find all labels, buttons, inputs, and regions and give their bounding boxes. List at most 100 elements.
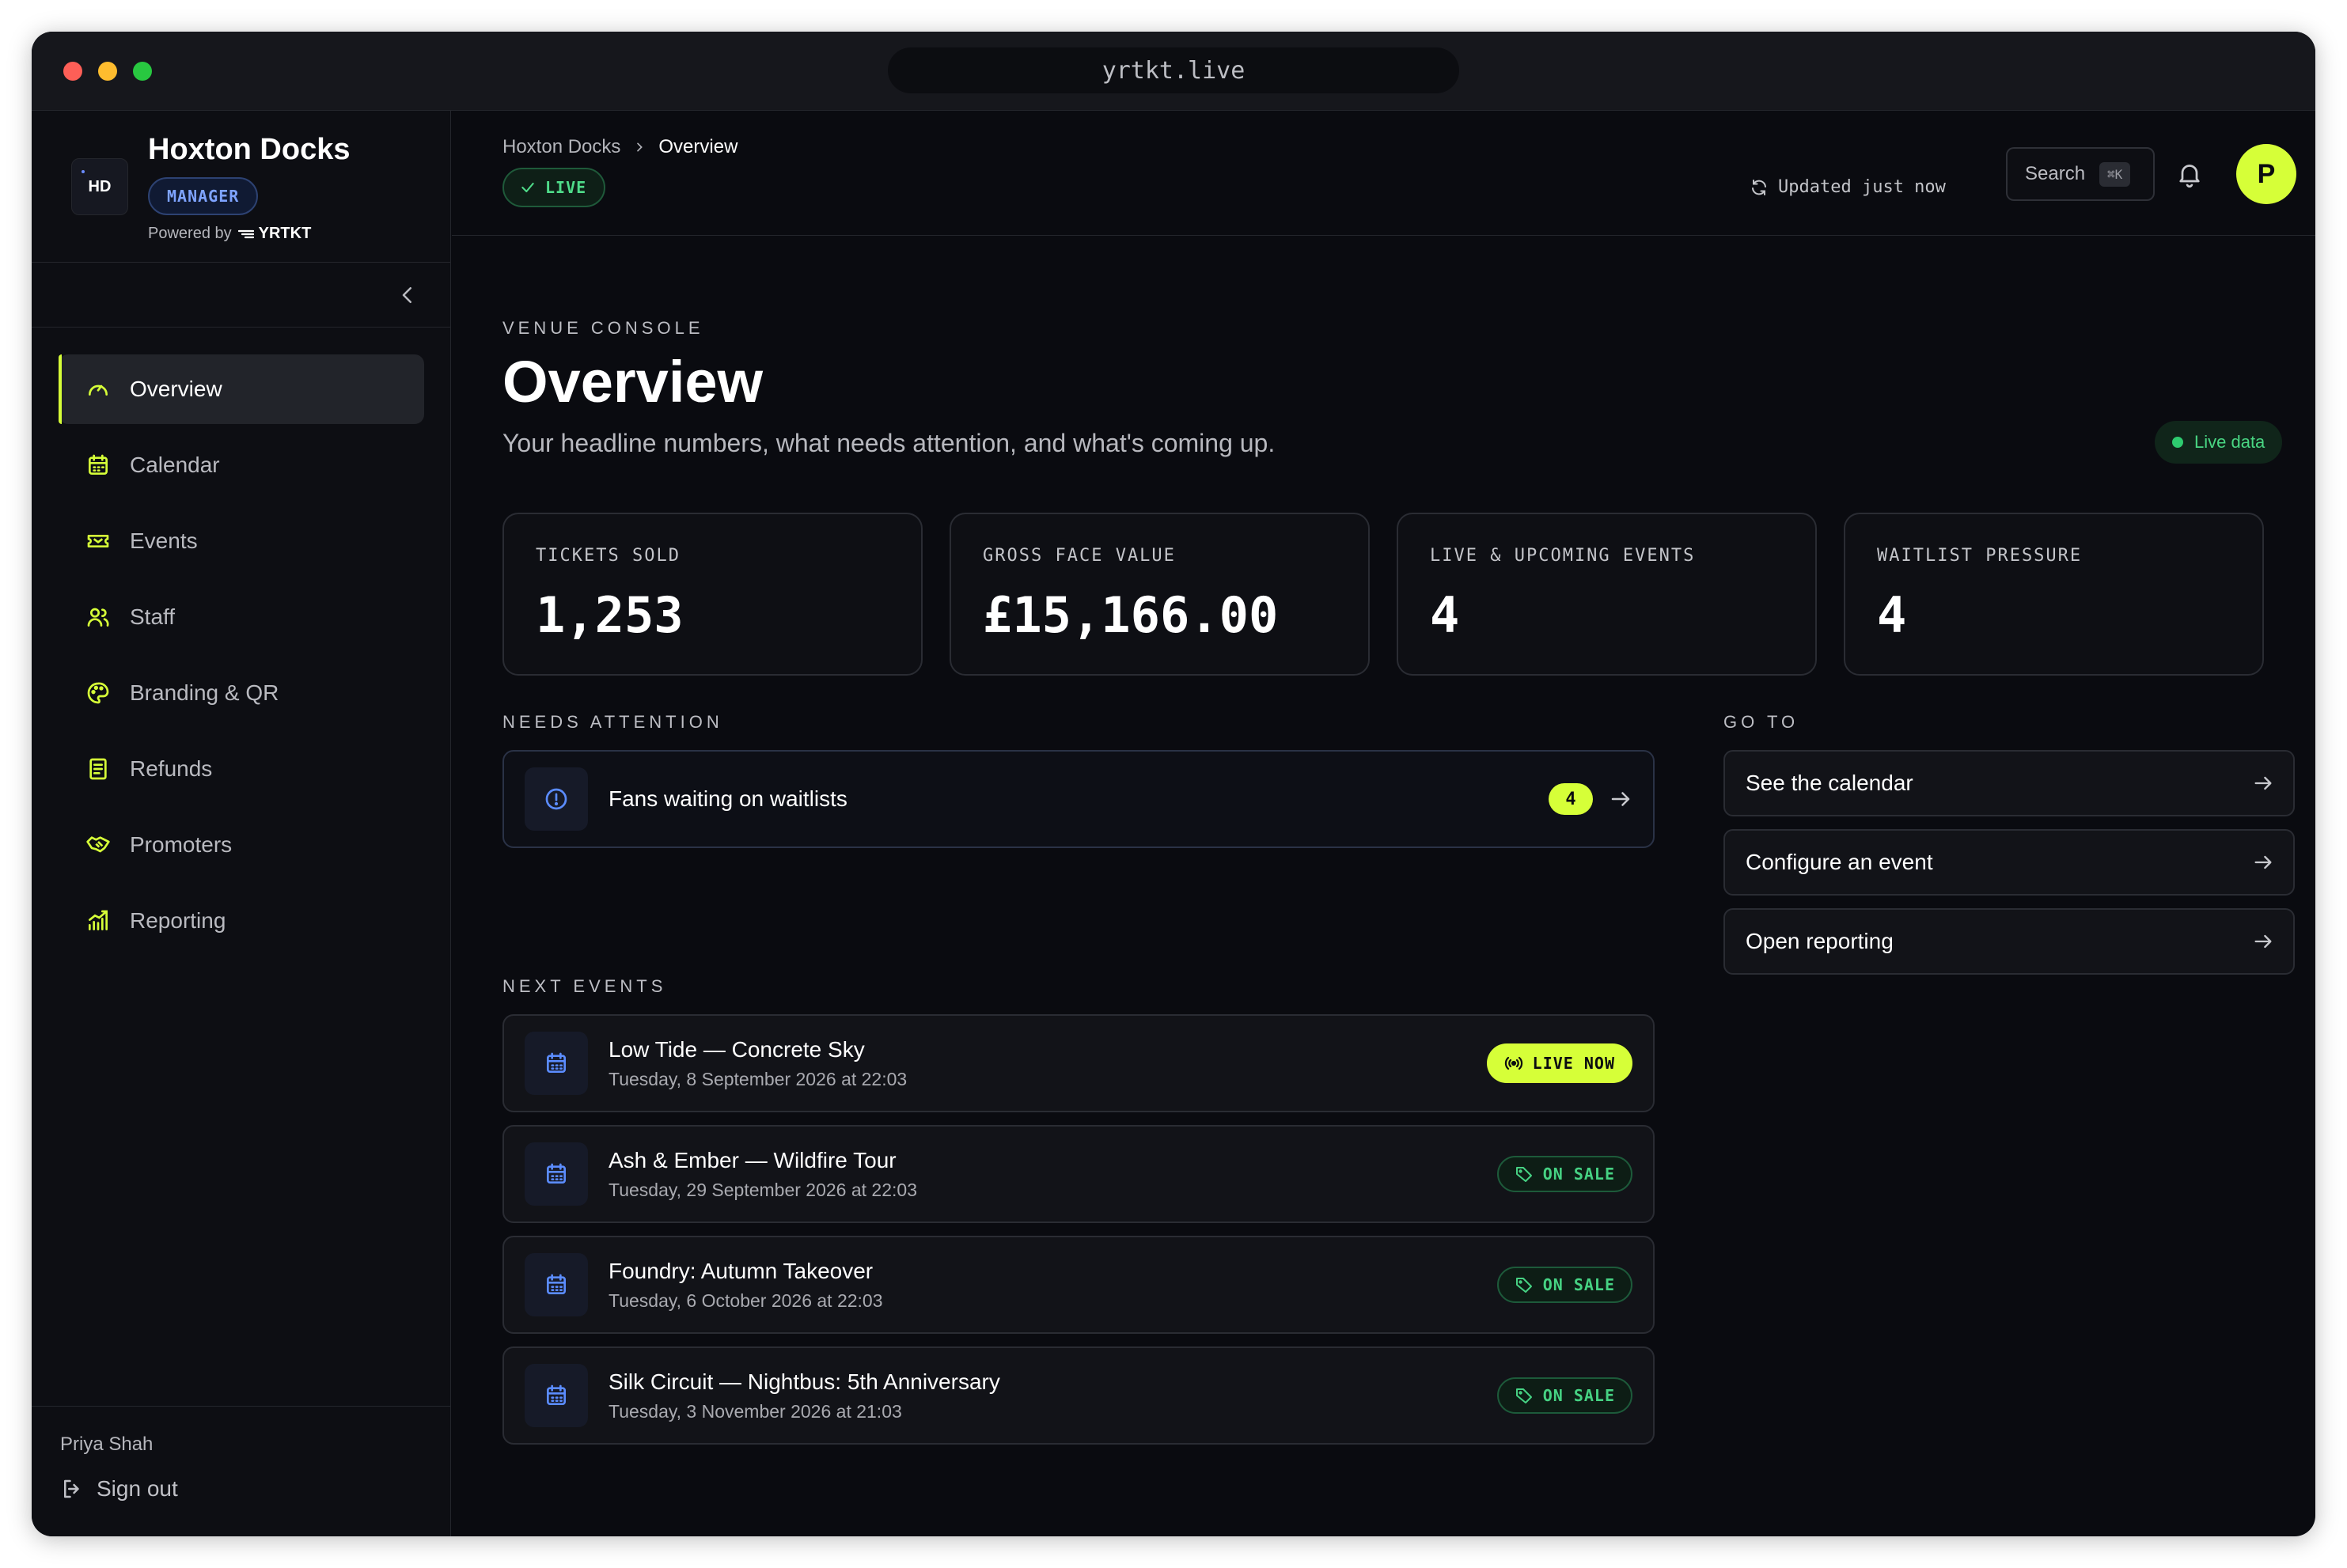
event-row[interactable]: Ash & Ember — Wildfire Tour Tuesday, 29 … — [502, 1125, 1655, 1223]
maximize-window-button[interactable] — [133, 62, 152, 81]
venue-logo: HD — [71, 158, 128, 215]
sidebar-item-events[interactable]: Events — [59, 506, 424, 576]
users-icon — [87, 608, 109, 627]
close-window-button[interactable] — [63, 62, 82, 81]
browser-window: yrtkt.live HD Hoxton Docks MANAGER Power… — [32, 32, 2315, 1536]
tag-icon — [1515, 1388, 1532, 1403]
status-badge-on-sale: ON SALE — [1496, 1377, 1632, 1414]
go-to-list: See the calendar Configure an event Open… — [1723, 750, 2295, 987]
status-badge-live: LIVE NOW — [1486, 1043, 1632, 1083]
event-row[interactable]: Low Tide — Concrete Sky Tuesday, 8 Septe… — [502, 1014, 1655, 1112]
kpi-tickets-sold: TICKETS SOLD 1,253 — [502, 513, 923, 676]
sidebar: HD Hoxton Docks MANAGER Powered by YRTKT… — [32, 111, 451, 1536]
sign-out-button[interactable]: Sign out — [60, 1476, 178, 1502]
sidebar-item-branding[interactable]: Branding & QR — [59, 658, 424, 728]
address-bar[interactable]: yrtkt.live — [888, 47, 1459, 93]
handshake-icon — [86, 836, 110, 853]
attention-item-waitlists[interactable]: Fans waiting on waitlists 4 — [502, 750, 1655, 848]
arrow-right-icon — [2254, 934, 2272, 949]
role-badge: MANAGER — [148, 177, 259, 215]
breadcrumb: Hoxton Docks Overview — [502, 136, 737, 158]
sidebar-item-calendar[interactable]: Calendar — [59, 430, 424, 500]
sign-out-icon — [64, 1479, 79, 1498]
tag-icon — [1515, 1167, 1532, 1182]
updated-indicator[interactable]: Updated just now — [1750, 177, 1946, 197]
sidebar-item-staff[interactable]: Staff — [59, 582, 424, 652]
event-row[interactable]: Foundry: Autumn Takeover Tuesday, 6 Octo… — [502, 1236, 1655, 1334]
collapse-row — [32, 263, 451, 328]
calendar-icon — [547, 1384, 566, 1405]
attention-label: Fans waiting on waitlists — [609, 786, 847, 811]
attention-count: 4 — [1549, 783, 1593, 815]
bar-chart-icon — [89, 910, 108, 930]
sidebar-footer: Priya Shah Sign out — [32, 1406, 451, 1536]
brand-block: HD Hoxton Docks MANAGER Powered by YRTKT — [32, 111, 451, 263]
page-subtitle: Your headline numbers, what needs attent… — [502, 429, 1276, 457]
sidebar-item-overview[interactable]: Overview — [59, 354, 424, 424]
event-name: Silk Circuit — Nightbus: 5th Anniversary — [609, 1369, 1000, 1394]
search-shortcut: ⌘K — [2099, 161, 2131, 187]
kpi-upcoming-events: LIVE & UPCOMING EVENTS 4 — [1397, 513, 1817, 676]
sidebar-nav: Overview Calendar Events Staff Branding … — [59, 354, 424, 962]
ticket-icon — [87, 535, 109, 547]
breadcrumb-venue[interactable]: Hoxton Docks — [502, 136, 620, 158]
event-name: Foundry: Autumn Takeover — [609, 1258, 874, 1283]
page-eyebrow: VENUE CONSOLE — [502, 318, 704, 338]
bell-icon[interactable] — [2175, 160, 2204, 188]
venue-name: Hoxton Docks — [148, 133, 351, 166]
goto-reporting-link[interactable]: Open reporting — [1723, 908, 2295, 975]
yrtkt-logo-icon — [237, 229, 254, 238]
goto-configure-event-link[interactable]: Configure an event — [1723, 829, 2295, 896]
browser-titlebar: yrtkt.live — [32, 32, 2315, 111]
calendar-icon — [547, 1274, 566, 1294]
needs-attention-heading: NEEDS ATTENTION — [502, 712, 723, 732]
breadcrumb-current: Overview — [658, 136, 738, 157]
chevron-right-icon — [637, 142, 643, 152]
user-name: Priya Shah — [60, 1434, 154, 1455]
sidebar-item-promoters[interactable]: Promoters — [59, 810, 424, 880]
event-date: Tuesday, 29 September 2026 at 22:03 — [609, 1179, 917, 1200]
event-date: Tuesday, 3 November 2026 at 21:03 — [609, 1400, 902, 1422]
goto-calendar-link[interactable]: See the calendar — [1723, 750, 2295, 816]
event-date: Tuesday, 8 September 2026 at 22:03 — [609, 1068, 908, 1089]
minimize-window-button[interactable] — [98, 62, 117, 81]
arrow-right-icon — [1611, 792, 1630, 806]
refresh-icon — [1752, 179, 1766, 195]
status-badge-on-sale: ON SALE — [1496, 1267, 1632, 1303]
calendar-icon — [547, 1163, 566, 1184]
calendar-icon — [547, 1052, 566, 1073]
page-title: Overview — [502, 349, 764, 415]
gauge-icon — [89, 384, 108, 396]
arrow-right-icon — [2254, 776, 2272, 790]
event-name: Ash & Ember — Wildfire Tour — [609, 1147, 897, 1172]
topbar: Hoxton Docks Overview LIVE Updated just … — [452, 111, 2315, 236]
go-to-heading: GO TO — [1723, 712, 1799, 732]
live-data-badge: Live data — [2155, 421, 2283, 464]
sidebar-item-reporting[interactable]: Reporting — [59, 886, 424, 956]
sidebar-item-refunds[interactable]: Refunds — [59, 734, 424, 804]
event-row[interactable]: Silk Circuit — Nightbus: 5th Anniversary… — [502, 1346, 1655, 1445]
live-status-badge: LIVE — [502, 168, 606, 207]
live-dot-icon — [2172, 437, 2183, 448]
calendar-icon — [89, 454, 108, 475]
receipt-icon — [89, 758, 107, 780]
palette-icon — [87, 682, 109, 704]
powered-by: Powered by YRTKT — [148, 225, 312, 242]
check-icon — [521, 182, 534, 193]
event-name: Low Tide — Concrete Sky — [609, 1036, 865, 1062]
status-badge-on-sale: ON SALE — [1496, 1156, 1632, 1192]
broadcast-icon — [1504, 1056, 1522, 1070]
event-date: Tuesday, 6 October 2026 at 22:03 — [609, 1290, 883, 1311]
search-button[interactable]: Search ⌘K — [2006, 147, 2155, 201]
next-events-heading: NEXT EVENTS — [502, 976, 667, 996]
next-events-list: Low Tide — Concrete Sky Tuesday, 8 Septe… — [502, 1014, 1655, 1457]
kpi-row: TICKETS SOLD 1,253 GROSS FACE VALUE £15,… — [502, 513, 2264, 676]
arrow-right-icon — [2254, 855, 2272, 869]
alert-circle-icon — [545, 788, 567, 810]
kpi-gross-face-value: GROSS FACE VALUE £15,166.00 — [950, 513, 1370, 676]
avatar[interactable]: P — [2236, 144, 2296, 204]
chevron-left-icon[interactable] — [396, 283, 419, 307]
tag-icon — [1515, 1278, 1532, 1293]
kpi-waitlist-pressure: WAITLIST PRESSURE 4 — [1844, 513, 2264, 676]
main-content: Hoxton Docks Overview LIVE Updated just … — [452, 111, 2315, 1536]
